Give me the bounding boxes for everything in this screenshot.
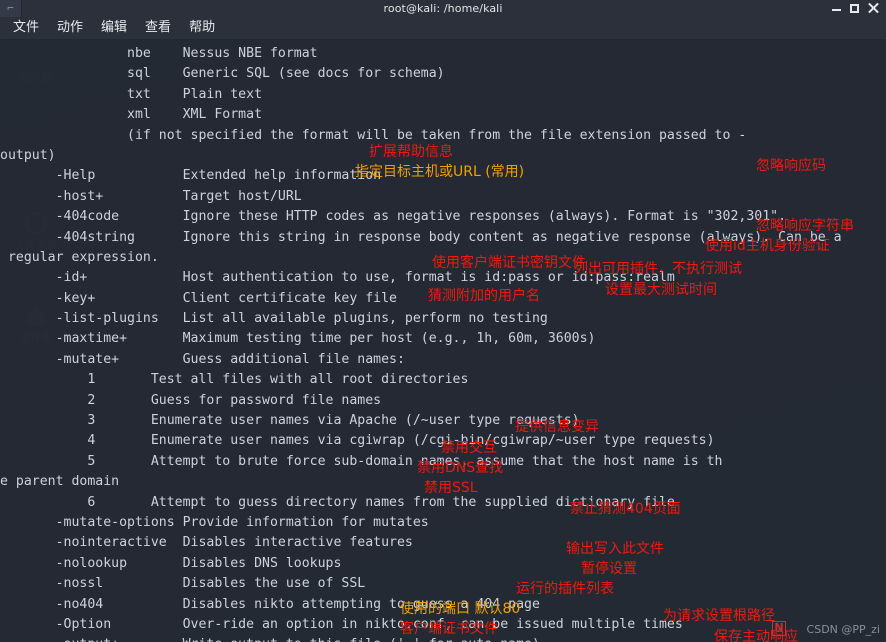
terminal-line: -mutate-options Provide information for … xyxy=(0,514,429,530)
terminal-tab[interactable]: ⌐ xyxy=(0,0,22,17)
terminal-line: txt Plain text xyxy=(0,86,263,102)
terminal-line: -404code Ignore these HTTP codes as nega… xyxy=(0,209,787,225)
terminal-line: xml XML Format xyxy=(0,107,263,123)
window-title: root@kali: /home/kali xyxy=(383,2,503,15)
window-titlebar[interactable]: ⌐ root@kali: /home/kali xyxy=(0,0,886,17)
terminal-line: regular expression. xyxy=(0,249,159,265)
terminal-line: -nolookup Disables DNS lookups xyxy=(0,555,342,571)
terminal-line: 2 Guess for password file names xyxy=(0,392,382,408)
menu-action[interactable]: 动作 xyxy=(48,18,92,38)
terminal-line: 4 Enumerate user names via cgiwrap (/cgi… xyxy=(0,433,715,449)
window-controls xyxy=(832,3,886,14)
watermark-badge: N xyxy=(772,621,786,636)
terminal-line: -host+ Target host/URL xyxy=(0,188,302,204)
menu-edit[interactable]: 编辑 xyxy=(92,18,136,38)
terminal-line: -nointeractive Disables interactive feat… xyxy=(0,535,413,551)
terminal-line: -key+ Client certificate key file xyxy=(0,290,397,306)
watermark-text: CSDN @PP_zi xyxy=(806,623,880,636)
tab-stub-glyph: ⌐ xyxy=(6,3,15,14)
terminal-line: -Option Over-ride an option in nikto.con… xyxy=(0,616,683,632)
terminal-line: e parent domain xyxy=(0,474,120,490)
terminal-line: -list-plugins List all available plugins… xyxy=(0,311,548,327)
terminal-line: 6 Attempt to guess directory names from … xyxy=(0,494,675,510)
terminal-line: -no404 Disables nikto attempting to gues… xyxy=(0,596,540,612)
terminal-line: -404string Ignore this string in respons… xyxy=(0,229,842,245)
menu-view[interactable]: 查看 xyxy=(136,18,180,38)
terminal-line: -maxtime+ Maximum testing time per host … xyxy=(0,331,596,347)
maximize-icon[interactable] xyxy=(850,4,859,13)
terminal-line: -Help Extended help information xyxy=(0,168,382,184)
menu-help[interactable]: 帮助 xyxy=(180,18,224,38)
terminal-line: -id+ Host authentication to use, format … xyxy=(0,270,675,286)
terminal-line: sql Generic SQL (see docs for schema) xyxy=(0,66,445,82)
terminal-line: (if not specified the format will be tak… xyxy=(0,127,747,143)
terminal-output: nbe Nessus NBE format sql Generic SQL (s… xyxy=(0,40,886,642)
terminal-line: -output+ Write output to this file ('.' … xyxy=(0,635,886,642)
close-icon[interactable] xyxy=(868,3,879,14)
terminal-window: ⌐ root@kali: /home/kali 文件 动作 编辑 查看 帮助 n… xyxy=(0,0,886,642)
terminal-line: -nossl Disables the use of SSL xyxy=(0,576,366,592)
menubar: 文件 动作 编辑 查看 帮助 xyxy=(0,17,886,40)
terminal-line: -mutate+ Guess additional file names: xyxy=(0,351,405,367)
terminal-line: output) xyxy=(0,147,56,163)
terminal-screen[interactable]: nbe Nessus NBE format sql Generic SQL (s… xyxy=(0,40,886,642)
terminal-line: nbe Nessus NBE format xyxy=(0,46,318,61)
terminal-line: 3 Enumerate user names via Apache (/~use… xyxy=(0,413,580,429)
menu-file[interactable]: 文件 xyxy=(4,18,48,38)
terminal-line: 1 Test all files with all root directori… xyxy=(0,372,469,388)
terminal-line: 5 Attempt to brute force sub-domain name… xyxy=(0,453,723,469)
minimize-icon[interactable] xyxy=(832,4,841,13)
